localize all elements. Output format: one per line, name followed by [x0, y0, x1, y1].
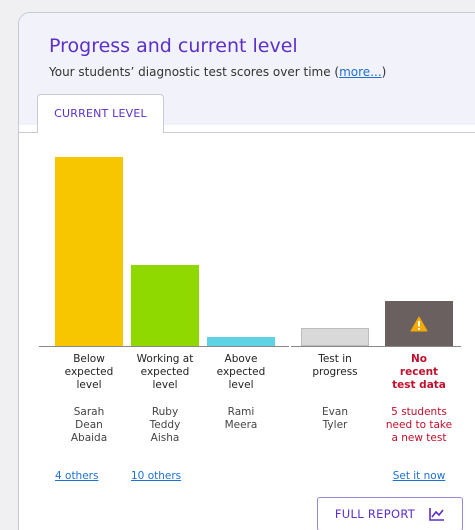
category-label-line: level — [76, 379, 102, 391]
category-label-line: expected — [140, 366, 190, 378]
full-report-label: FULL REPORT — [334, 507, 416, 521]
category-label-line: level — [152, 379, 178, 391]
category-label-line: Test in — [318, 353, 352, 365]
chart-baseline-1 — [39, 346, 289, 347]
more-link[interactable]: more... — [339, 65, 382, 79]
student-name: 5 students — [391, 406, 447, 418]
student-names: Ruby Teddy Aisha — [125, 406, 205, 445]
student-name: Rami — [227, 406, 255, 418]
student-names: 5 students need to take a new test — [379, 406, 459, 445]
bar-below-expected-level[interactable] — [55, 157, 123, 346]
category-label: Above expected level — [201, 353, 281, 392]
student-name: need to take — [385, 419, 453, 431]
student-name: Evan — [322, 406, 348, 418]
others-link[interactable]: 4 others — [55, 470, 135, 482]
category-label: Below expected level — [49, 353, 129, 392]
tab-current-level[interactable]: CURRENT LEVEL — [37, 94, 164, 133]
full-report-button[interactable]: FULL REPORT — [317, 497, 463, 530]
student-name: Ruby — [151, 406, 179, 418]
card-title: Progress and current level — [49, 35, 298, 57]
column-above-expected-level: Above expected level Rami Meera — [201, 353, 281, 431]
category-label-line: expected — [216, 366, 266, 378]
category-label-line: test data — [392, 379, 446, 391]
bar-working-at-expected-level[interactable] — [131, 265, 199, 346]
student-name: Dean — [75, 419, 103, 431]
subtitle-suffix: ) — [381, 65, 387, 79]
category-label: No recent test data — [379, 353, 459, 392]
category-label-line: No — [410, 353, 427, 365]
column-test-in-progress: Test in progress Evan Tyler — [295, 353, 375, 431]
student-names: Sarah Dean Abaida — [49, 406, 129, 445]
bar-test-in-progress[interactable] — [301, 328, 369, 346]
student-name: a new test — [391, 432, 447, 444]
student-name: Teddy — [149, 419, 181, 431]
column-below-expected-level: Below expected level Sarah Dean Abaida 4 other… — [49, 353, 129, 482]
warning-icon — [410, 316, 428, 332]
student-name: Sarah — [73, 406, 105, 418]
category-label-line: Working at — [136, 353, 194, 365]
student-name: Tyler — [322, 419, 348, 431]
subtitle-text: Your students’ diagnostic test scores ov… — [49, 65, 340, 79]
category-label-line: recent — [399, 366, 439, 378]
category-label: Test in progress — [295, 353, 375, 379]
student-names: Rami Meera — [201, 406, 281, 432]
chart-baseline-2 — [291, 346, 461, 347]
set-it-now-link[interactable]: Set it now — [379, 470, 459, 482]
category-label-line: level — [228, 379, 254, 391]
category-label-line: expected — [64, 366, 114, 378]
category-label-line: progress — [312, 366, 358, 378]
category-label: Working at expected level — [125, 353, 205, 392]
card-subtitle: Your students’ diagnostic test scores ov… — [49, 65, 386, 79]
bar-above-expected-level[interactable] — [207, 337, 275, 346]
column-working-at-expected-level: Working at expected level Ruby Teddy Aisha 10 … — [125, 353, 205, 482]
others-link[interactable]: 10 others — [131, 470, 211, 482]
student-names: Evan Tyler — [295, 406, 375, 432]
student-name: Aisha — [150, 432, 180, 444]
line-chart-icon — [429, 508, 445, 521]
student-name: Meera — [224, 419, 258, 431]
student-name: Abaida — [70, 432, 108, 444]
progress-card: Progress and current level Your students… — [18, 12, 475, 530]
column-no-recent-test-data: No recent test data 5 students need to take a… — [379, 353, 459, 482]
category-label-line: Above — [224, 353, 258, 365]
category-label-line: Below — [73, 353, 105, 365]
